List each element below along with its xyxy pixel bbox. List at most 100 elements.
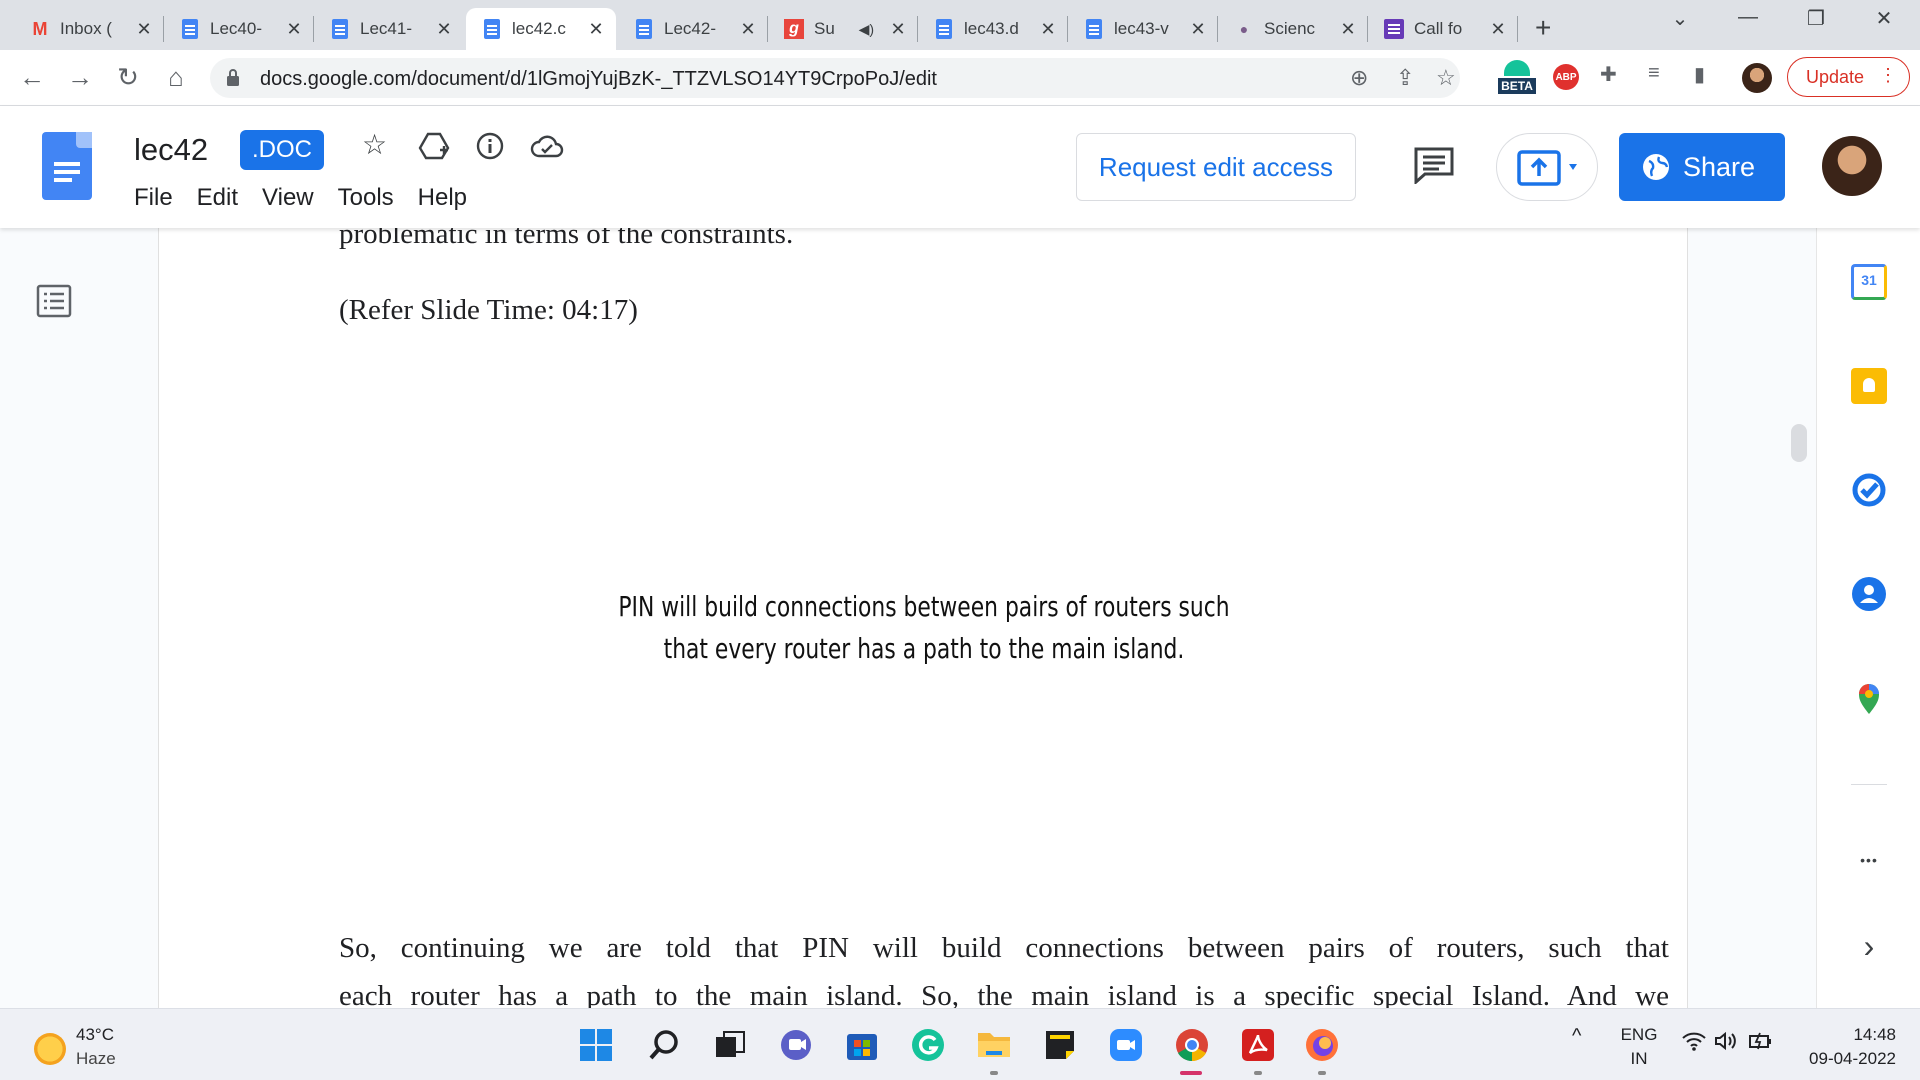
extensions-puzzle-icon[interactable]: ✚ [1600, 62, 1617, 87]
present-button[interactable] [1496, 133, 1598, 201]
forward-arrow-icon[interactable]: → [62, 62, 98, 93]
search-icon[interactable] [646, 1027, 682, 1063]
tab-lec40[interactable]: Lec40- ✕ [164, 8, 314, 50]
running-indicator [1318, 1071, 1326, 1075]
menu-view[interactable]: View [262, 184, 314, 212]
close-icon[interactable]: ✕ [284, 19, 304, 40]
close-icon[interactable]: ✕ [1038, 19, 1058, 40]
close-icon[interactable]: ✕ [586, 19, 606, 40]
calendar-day: 31 [1861, 272, 1877, 288]
share-page-icon[interactable]: ⇪ [1396, 65, 1414, 91]
kebab-menu-icon[interactable]: ⋮ [1879, 65, 1897, 86]
chrome-icon[interactable] [1174, 1027, 1210, 1063]
teams-chat-icon[interactable] [778, 1027, 814, 1063]
firefox-icon[interactable] [1304, 1027, 1340, 1063]
more-addons-icon[interactable]: ••• [1847, 852, 1891, 868]
tab-label: Scienc [1264, 19, 1316, 38]
acrobat-reader-icon[interactable] [1240, 1027, 1276, 1063]
tab-search-chevron-icon[interactable]: ⌄ [1660, 6, 1700, 31]
tasks-icon[interactable] [1851, 472, 1887, 508]
windows-start-icon[interactable] [578, 1027, 614, 1063]
back-arrow-icon[interactable]: ← [14, 62, 50, 93]
share-button[interactable]: Share [1619, 133, 1785, 201]
reading-list-icon[interactable]: ≡ [1648, 62, 1660, 85]
close-icon[interactable]: ✕ [888, 19, 908, 40]
menu-file[interactable]: File [134, 184, 173, 212]
keep-icon[interactable] [1851, 368, 1887, 404]
tab-lec42-active[interactable]: lec42.c ✕ [466, 8, 616, 50]
close-icon[interactable]: ✕ [1338, 19, 1358, 40]
menu-help[interactable]: Help [418, 184, 467, 212]
volume-icon[interactable] [1714, 1031, 1738, 1056]
task-view-icon[interactable] [712, 1027, 748, 1063]
zoom-icon[interactable]: ⊕ [1350, 65, 1368, 91]
microsoft-store-icon[interactable] [844, 1027, 880, 1063]
home-icon[interactable]: ⌂ [158, 62, 194, 93]
menu-edit[interactable]: Edit [197, 184, 238, 212]
tab-lec43-doc[interactable]: lec43.d ✕ [918, 8, 1068, 50]
star-icon[interactable]: ☆ [362, 128, 387, 161]
expand-panel-chevron-icon[interactable]: › [1853, 928, 1885, 965]
new-tab-plus-icon[interactable]: + [1535, 12, 1551, 44]
cloud-saved-icon[interactable] [530, 134, 564, 158]
clock[interactable]: 14:48 09-04-2022 [1796, 1025, 1896, 1069]
close-icon[interactable]: ✕ [738, 19, 758, 40]
close-icon[interactable]: ✕ [1488, 19, 1508, 40]
account-avatar[interactable] [1822, 136, 1882, 196]
side-panel-divider [1851, 784, 1887, 785]
tab-lec41[interactable]: Lec41- ✕ [314, 8, 464, 50]
menu-tools[interactable]: Tools [338, 184, 394, 212]
weather-sun-icon[interactable] [34, 1033, 66, 1065]
maps-icon[interactable] [1851, 680, 1887, 716]
profile-avatar-small[interactable] [1742, 63, 1772, 93]
docs-home-logo-icon[interactable] [42, 132, 92, 200]
window-close-icon[interactable]: ✕ [1864, 6, 1904, 31]
close-icon[interactable]: ✕ [134, 19, 154, 40]
update-button[interactable]: Update ⋮ [1787, 57, 1910, 97]
move-to-drive-icon[interactable] [418, 132, 450, 160]
address-bar[interactable]: docs.google.com/document/d/1lGmojYujBzK-… [210, 58, 1460, 98]
minimize-icon[interactable]: — [1728, 6, 1768, 29]
adblock-extension-icon[interactable]: ABP [1553, 64, 1579, 90]
tab-inbox[interactable]: M Inbox ( ✕ [14, 8, 164, 50]
tab-lec43-v[interactable]: lec43-v ✕ [1068, 8, 1218, 50]
sticky-notes-icon[interactable] [1042, 1027, 1078, 1063]
weather-temperature[interactable]: 43°C [76, 1025, 114, 1045]
restore-icon[interactable]: ❐ [1796, 6, 1836, 31]
tab-label: Su [814, 19, 835, 38]
running-indicator [990, 1071, 998, 1075]
show-hidden-icons-chevron-icon[interactable]: ^ [1572, 1025, 1581, 1048]
tab-lec42-other[interactable]: Lec42- ✕ [618, 8, 768, 50]
side-panel-icon[interactable]: ▮ [1694, 62, 1705, 87]
grammarly-icon[interactable] [910, 1027, 946, 1063]
tab-call-for[interactable]: Call fo ✕ [1368, 8, 1518, 50]
speaker-icon[interactable]: ◀) [859, 21, 874, 38]
comment-history-icon[interactable] [1413, 146, 1455, 184]
info-icon[interactable] [476, 132, 504, 160]
docs-icon [934, 19, 954, 39]
browser-tab-strip: M Inbox ( ✕ Lec40- ✕ Lec41- ✕ lec42.c ✕ … [0, 0, 1920, 50]
calendar-icon[interactable]: 31 [1851, 264, 1887, 300]
document-page[interactable]: problematic in terms of the constraints.… [158, 228, 1688, 1008]
file-explorer-icon[interactable] [976, 1027, 1012, 1063]
request-edit-access-button[interactable]: Request edit access [1076, 133, 1356, 201]
scrollbar-thumb[interactable] [1791, 424, 1807, 462]
url-text[interactable]: docs.google.com/document/d/1lGmojYujBzK-… [260, 68, 937, 91]
wifi-icon[interactable] [1682, 1031, 1706, 1056]
close-icon[interactable]: ✕ [434, 19, 454, 40]
tab-science[interactable]: ● Scienc ✕ [1218, 8, 1368, 50]
contacts-icon[interactable] [1851, 576, 1887, 612]
zoom-app-icon[interactable] [1108, 1027, 1144, 1063]
battery-charging-icon[interactable] [1748, 1031, 1774, 1056]
present-upload-icon [1517, 150, 1577, 186]
close-icon[interactable]: ✕ [1188, 19, 1208, 40]
tab-su[interactable]: g Su ◀) ✕ [768, 8, 918, 50]
forms-icon [1384, 19, 1404, 39]
document-title[interactable]: lec42 [134, 132, 208, 168]
reload-icon[interactable]: ↻ [110, 62, 146, 93]
language-indicator[interactable]: ENG IN [1618, 1025, 1660, 1069]
grammarly-beta-extension-icon[interactable]: BETA [1498, 58, 1536, 98]
weather-condition[interactable]: Haze [76, 1049, 116, 1069]
document-outline-icon[interactable] [36, 284, 72, 318]
bookmark-star-icon[interactable]: ☆ [1436, 65, 1456, 91]
